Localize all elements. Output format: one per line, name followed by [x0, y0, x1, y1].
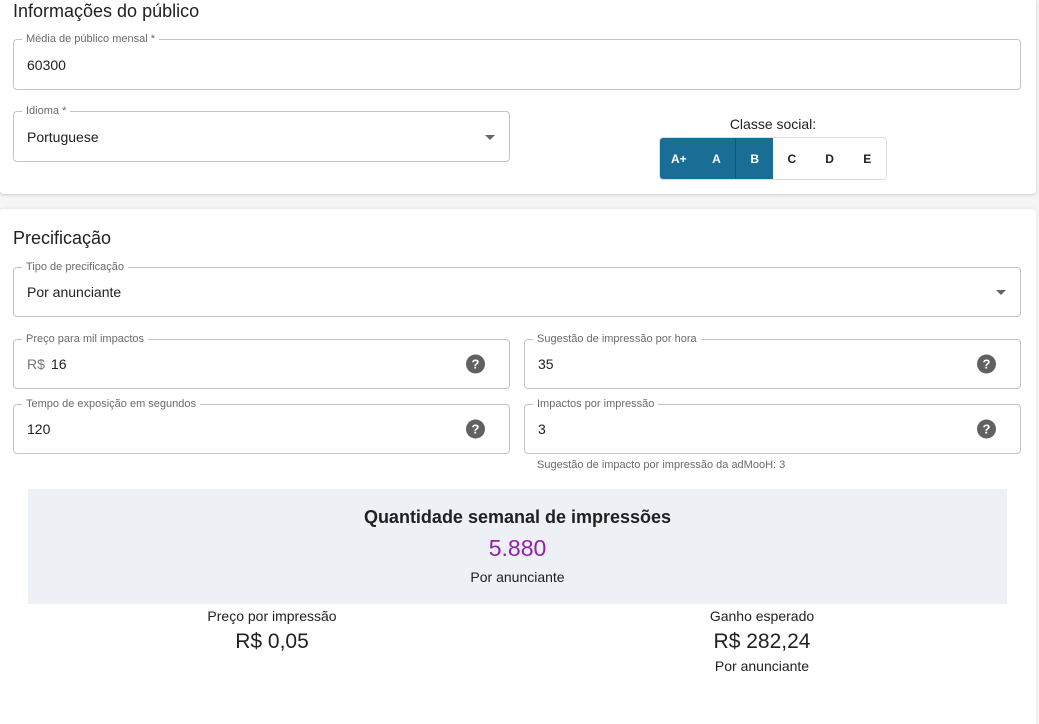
language-value: Portuguese: [27, 128, 99, 145]
expected-gain-value: R$ 282,24: [713, 630, 811, 653]
help-icon[interactable]: ?: [977, 354, 996, 374]
help-icon[interactable]: ?: [977, 419, 996, 439]
dropdown-arrow-icon: [996, 290, 1006, 295]
weekly-impressions-summary: Quantidade semanal de impressões 5.880 P…: [28, 489, 1007, 604]
hourly-impressions-field[interactable]: Sugestão de impressão por hora 35 ?: [524, 333, 1021, 389]
price-per-impression-stat: Preço por impressão R$ 0,05: [122, 608, 422, 654]
pricing-type-value: Por anunciante: [27, 284, 122, 300]
help-icon[interactable]: ?: [466, 354, 485, 374]
price-per-impression-value: R$ 0,05: [235, 630, 309, 653]
monthly-audience-value: 60300: [27, 56, 66, 73]
dropdown-arrow-icon: [485, 134, 495, 140]
hourly-impressions-value: 35: [538, 356, 554, 372]
audience-section-title: Informações do público: [13, 1, 200, 21]
exposure-time-label: Tempo de exposição em segundos: [22, 398, 200, 411]
impacts-per-impression-field[interactable]: Impactos por impressão 3 ?: [524, 398, 1021, 454]
impacts-per-impression-value: 3: [538, 421, 546, 437]
social-class-e-button[interactable]: E: [848, 138, 886, 179]
pricing-type-label: Tipo de precificação: [22, 261, 129, 274]
help-icon[interactable]: ?: [466, 419, 485, 439]
social-class-label: Classe social:: [729, 116, 817, 132]
exposure-time-value: 120: [27, 421, 51, 437]
social-class-a-plus-button[interactable]: A+: [660, 138, 698, 179]
hourly-impressions-label: Sugestão de impressão por hora: [533, 333, 701, 346]
social-class-b-button[interactable]: B: [735, 138, 774, 179]
cpm-price-value: 16: [51, 356, 67, 372]
language-select[interactable]: Idioma * Portuguese: [13, 105, 510, 162]
expected-gain-label: Ganho esperado: [709, 608, 815, 624]
weekly-impressions-value: 5.880: [488, 535, 547, 561]
monthly-audience-label: Média de público mensal *: [22, 33, 160, 46]
currency-prefix: R$: [27, 356, 45, 372]
social-class-c-button[interactable]: C: [773, 138, 811, 179]
social-class-a-button[interactable]: A: [697, 138, 736, 179]
weekly-impressions-subtitle: Por anunciante: [470, 569, 565, 585]
expected-gain-stat: Ganho esperado R$ 282,24 Por anunciante: [612, 608, 912, 674]
price-per-impression-label: Preço por impressão: [207, 608, 337, 624]
pricing-section-title: Precificação: [13, 228, 112, 248]
language-label: Idioma *: [22, 105, 71, 118]
impact-suggestion-hint: Sugestão de impacto por impressão da adM…: [537, 459, 786, 471]
social-class-d-button[interactable]: D: [810, 138, 849, 179]
impacts-per-impression-label: Impactos por impressão: [533, 398, 659, 411]
audience-info-card: Informações do público Média de público …: [0, 0, 1036, 194]
exposure-time-field[interactable]: Tempo de exposição em segundos 120 ?: [13, 398, 510, 454]
cpm-price-field[interactable]: Preço para mil impactos R$ 16 ?: [13, 333, 510, 389]
monthly-audience-field[interactable]: Média de público mensal * 60300: [13, 33, 1021, 90]
weekly-impressions-title: Quantidade semanal de impressões: [363, 507, 672, 527]
expected-gain-subtitle: Por anunciante: [714, 658, 810, 674]
social-class-toggle-group: A+ A B C D E: [659, 137, 887, 180]
cpm-price-label: Preço para mil impactos: [22, 333, 148, 346]
pricing-type-select[interactable]: Tipo de precificação Por anunciante: [13, 261, 1021, 317]
